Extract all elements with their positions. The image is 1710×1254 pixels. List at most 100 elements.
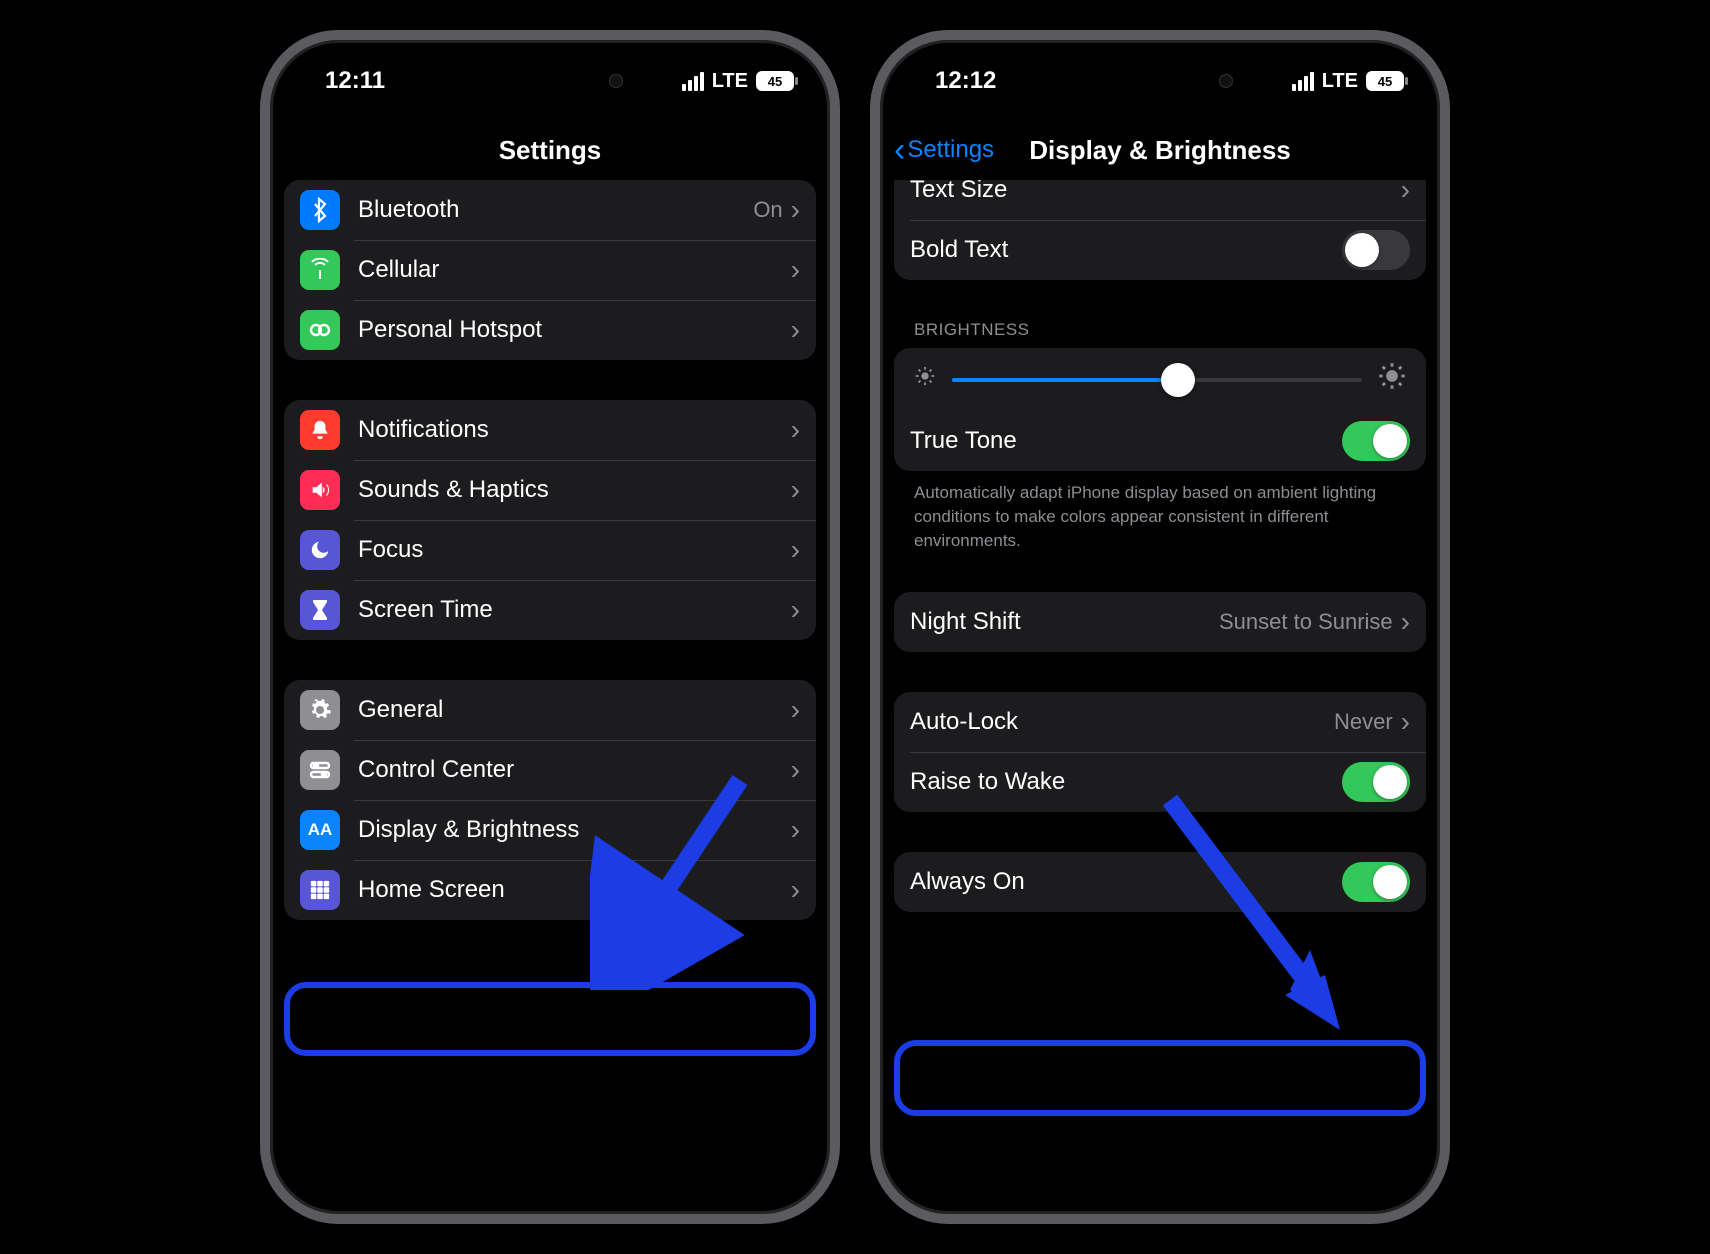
text-size-icon: AA <box>300 810 340 850</box>
row-homescreen[interactable]: Home Screen › <box>284 860 816 920</box>
raise-to-wake-toggle[interactable] <box>1342 762 1410 802</box>
row-label: General <box>358 696 791 724</box>
chevron-right-icon: › <box>791 696 800 724</box>
text-group: Text Size › Bold Text <box>894 180 1426 280</box>
display-settings-list[interactable]: Text Size › Bold Text BRIGHTNESS <box>880 180 1440 1214</box>
battery-icon: 45 <box>1366 71 1404 91</box>
row-screentime[interactable]: Screen Time › <box>284 580 816 640</box>
chevron-right-icon: › <box>791 416 800 444</box>
battery-icon: 45 <box>756 71 794 91</box>
row-label: Auto-Lock <box>910 708 1334 736</box>
row-always-on[interactable]: Always On <box>894 852 1426 912</box>
chevron-right-icon: › <box>791 756 800 784</box>
chevron-right-icon: › <box>791 876 800 904</box>
row-true-tone[interactable]: True Tone <box>894 411 1426 471</box>
chevron-right-icon: › <box>791 816 800 844</box>
sun-high-icon <box>1378 362 1406 397</box>
night-shift-group: Night Shift Sunset to Sunrise › <box>894 592 1426 652</box>
chevron-right-icon: › <box>791 536 800 564</box>
row-general[interactable]: General › <box>284 680 816 740</box>
network-label: LTE <box>712 70 748 93</box>
antenna-icon <box>300 250 340 290</box>
brightness-slider[interactable] <box>952 378 1362 382</box>
row-value: Sunset to Sunrise <box>1219 609 1393 635</box>
row-label: Sounds & Haptics <box>358 476 791 504</box>
moon-icon <box>300 530 340 570</box>
sun-low-icon <box>914 365 936 394</box>
settings-group-general: General › Control Center › AA Display & … <box>284 680 816 920</box>
row-label: Focus <box>358 536 791 564</box>
row-display-brightness[interactable]: AA Display & Brightness › <box>284 800 816 860</box>
section-header-brightness: BRIGHTNESS <box>894 320 1426 348</box>
row-raise-to-wake[interactable]: Raise to Wake <box>894 752 1426 812</box>
back-button[interactable]: ‹ Settings <box>894 133 994 167</box>
bluetooth-icon <box>300 190 340 230</box>
row-label: True Tone <box>910 427 1342 455</box>
chevron-right-icon: › <box>791 596 800 624</box>
brightness-slider-row[interactable] <box>894 348 1426 411</box>
phone-settings: 12:11 LTE 45 Settings Bluetooth On › <box>260 30 840 1224</box>
chevron-right-icon: › <box>1401 608 1410 636</box>
row-bluetooth[interactable]: Bluetooth On › <box>284 180 816 240</box>
link-icon <box>300 310 340 350</box>
chevron-right-icon: › <box>791 256 800 284</box>
speaker-icon <box>300 470 340 510</box>
row-label: Display & Brightness <box>358 816 791 844</box>
cellular-bars-icon <box>1292 72 1314 91</box>
always-on-toggle[interactable] <box>1342 862 1410 902</box>
apps-grid-icon <box>300 870 340 910</box>
row-label: Personal Hotspot <box>358 316 791 344</box>
settings-group-connectivity: Bluetooth On › Cellular › Personal Hotsp… <box>284 180 816 360</box>
back-label: Settings <box>907 136 994 164</box>
brightness-group: True Tone <box>894 348 1426 471</box>
chevron-right-icon: › <box>791 476 800 504</box>
row-label: Bold Text <box>910 236 1342 264</box>
row-bold-text[interactable]: Bold Text <box>894 220 1426 280</box>
row-focus[interactable]: Focus › <box>284 520 816 580</box>
row-value: Never <box>1334 709 1393 735</box>
row-label: Raise to Wake <box>910 768 1342 796</box>
row-label: Notifications <box>358 416 791 444</box>
chevron-right-icon: › <box>791 316 800 344</box>
row-controlcenter[interactable]: Control Center › <box>284 740 816 800</box>
row-label: Cellular <box>358 256 791 284</box>
true-tone-toggle[interactable] <box>1342 421 1410 461</box>
row-label: Night Shift <box>910 608 1219 636</box>
row-label: Text Size <box>910 180 1401 204</box>
page-title: Settings <box>499 135 602 166</box>
row-label: Control Center <box>358 756 791 784</box>
status-time: 12:11 <box>325 67 385 95</box>
chevron-right-icon: › <box>791 196 800 224</box>
row-label: Home Screen <box>358 876 791 904</box>
phone-display-brightness: 12:12 LTE 45 ‹ Settings Display & Bright… <box>870 30 1450 1224</box>
network-label: LTE <box>1322 70 1358 93</box>
row-sounds[interactable]: Sounds & Haptics › <box>284 460 816 520</box>
chevron-left-icon: ‹ <box>894 133 905 167</box>
dynamic-island <box>465 58 635 104</box>
chevron-right-icon: › <box>1401 708 1410 736</box>
row-label: Screen Time <box>358 596 791 624</box>
row-value: On <box>753 197 782 223</box>
bold-text-toggle[interactable] <box>1342 230 1410 270</box>
row-label: Bluetooth <box>358 196 753 224</box>
gear-icon <box>300 690 340 730</box>
settings-group-notifications: Notifications › Sounds & Haptics › Focus… <box>284 400 816 640</box>
settings-list[interactable]: Bluetooth On › Cellular › Personal Hotsp… <box>270 180 830 1214</box>
row-hotspot[interactable]: Personal Hotspot › <box>284 300 816 360</box>
row-auto-lock[interactable]: Auto-Lock Never › <box>894 692 1426 752</box>
hourglass-icon <box>300 590 340 630</box>
true-tone-footer: Automatically adapt iPhone display based… <box>894 471 1426 552</box>
cellular-bars-icon <box>682 72 704 91</box>
row-night-shift[interactable]: Night Shift Sunset to Sunrise › <box>894 592 1426 652</box>
chevron-right-icon: › <box>1401 180 1410 204</box>
switches-icon <box>300 750 340 790</box>
dynamic-island <box>1075 58 1245 104</box>
lock-group: Auto-Lock Never › Raise to Wake <box>894 692 1426 812</box>
bell-icon <box>300 410 340 450</box>
row-text-size[interactable]: Text Size › <box>894 180 1426 220</box>
row-label: Always On <box>910 868 1342 896</box>
row-cellular[interactable]: Cellular › <box>284 240 816 300</box>
row-notifications[interactable]: Notifications › <box>284 400 816 460</box>
always-on-group: Always On <box>894 852 1426 912</box>
page-title: Display & Brightness <box>1029 135 1291 166</box>
